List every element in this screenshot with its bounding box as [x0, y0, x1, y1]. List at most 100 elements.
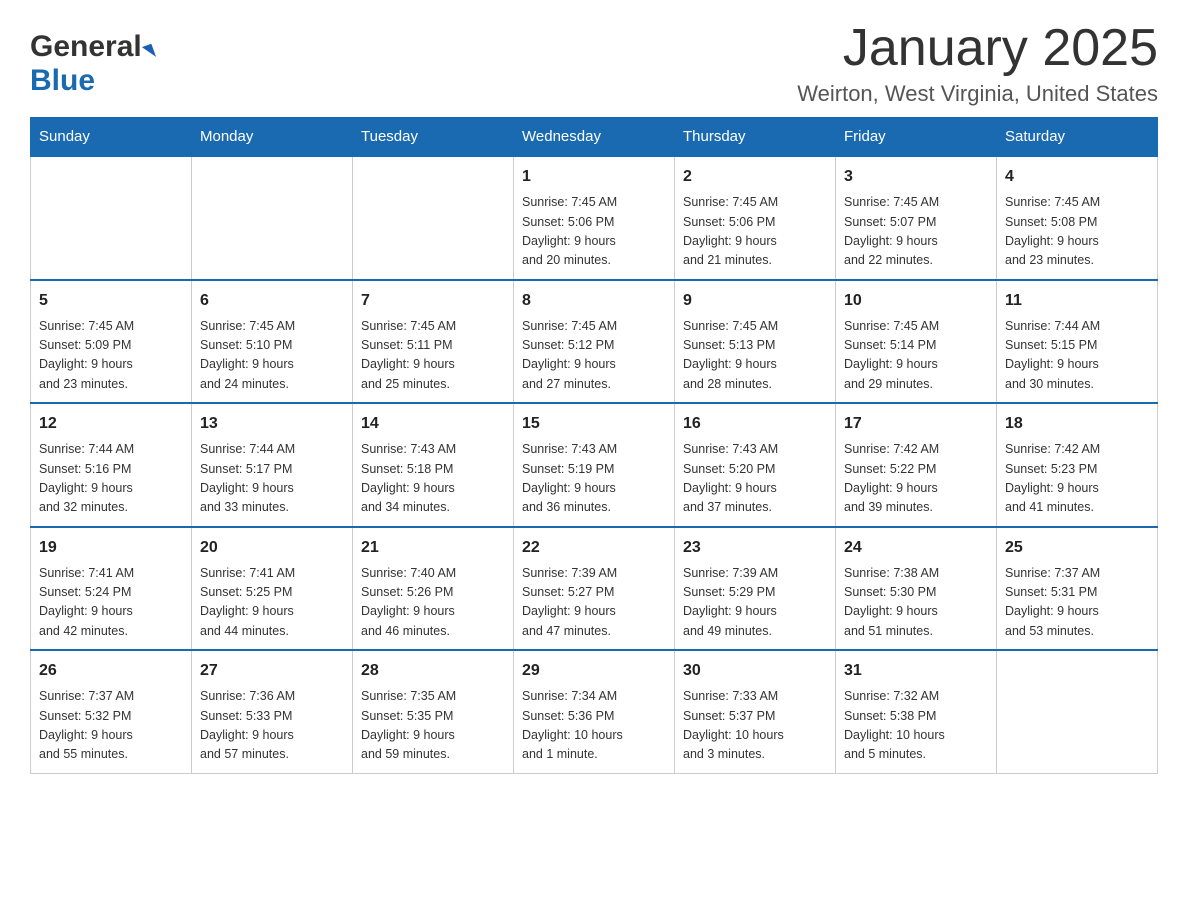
day-info: Sunrise: 7:42 AMSunset: 5:23 PMDaylight:… — [1005, 440, 1149, 518]
day-number: 1 — [522, 165, 666, 189]
col-thursday: Thursday — [675, 118, 836, 157]
col-sunday: Sunday — [31, 118, 192, 157]
table-row — [997, 650, 1158, 773]
day-info: Sunrise: 7:41 AMSunset: 5:24 PMDaylight:… — [39, 564, 183, 642]
day-number: 15 — [522, 412, 666, 436]
location-title: Weirton, West Virginia, United States — [797, 81, 1158, 107]
day-number: 17 — [844, 412, 988, 436]
table-row: 16 Sunrise: 7:43 AMSunset: 5:20 PMDayligh… — [675, 403, 836, 527]
day-info: Sunrise: 7:37 AMSunset: 5:32 PMDaylight:… — [39, 687, 183, 765]
day-number: 23 — [683, 536, 827, 560]
table-row: 14 Sunrise: 7:43 AMSunset: 5:18 PMDayligh… — [353, 403, 514, 527]
col-monday: Monday — [192, 118, 353, 157]
table-row — [353, 156, 514, 280]
table-row: 2 Sunrise: 7:45 AMSunset: 5:06 PMDaylight… — [675, 156, 836, 280]
table-row: 5Sunrise: 7:45 AMSunset: 5:09 PMDaylight… — [31, 280, 192, 404]
day-info: Sunrise: 7:45 AMSunset: 5:11 PMDaylight:… — [361, 317, 505, 395]
col-tuesday: Tuesday — [353, 118, 514, 157]
table-row: 6Sunrise: 7:45 AMSunset: 5:10 PMDaylight… — [192, 280, 353, 404]
month-title: January 2025 — [797, 20, 1158, 77]
day-number: 21 — [361, 536, 505, 560]
day-info: Sunrise: 7:43 AMSunset: 5:18 PMDaylight:… — [361, 440, 505, 518]
day-info: Sunrise: 7:45 AMSunset: 5:07 PMDaylight:… — [844, 193, 988, 271]
day-number: 31 — [844, 659, 988, 683]
calendar-table: Sunday Monday Tuesday Wednesday Thursday… — [30, 117, 1158, 774]
table-row: 12Sunrise: 7:44 AMSunset: 5:16 PMDayligh… — [31, 403, 192, 527]
day-info: Sunrise: 7:45 AMSunset: 5:06 PMDaylight:… — [522, 193, 666, 271]
calendar-week-row: 1 Sunrise: 7:45 AMSunset: 5:06 PMDaylight… — [31, 156, 1158, 280]
table-row — [31, 156, 192, 280]
table-row: 8 Sunrise: 7:45 AMSunset: 5:12 PMDaylight… — [514, 280, 675, 404]
day-number: 11 — [1005, 289, 1149, 313]
table-row: 7 Sunrise: 7:45 AMSunset: 5:11 PMDaylight… — [353, 280, 514, 404]
day-info: Sunrise: 7:40 AMSunset: 5:26 PMDaylight:… — [361, 564, 505, 642]
day-info: Sunrise: 7:39 AMSunset: 5:27 PMDaylight:… — [522, 564, 666, 642]
day-number: 6 — [200, 289, 344, 313]
day-number: 29 — [522, 659, 666, 683]
table-row: 15 Sunrise: 7:43 AMSunset: 5:19 PMDayligh… — [514, 403, 675, 527]
day-number: 9 — [683, 289, 827, 313]
day-info: Sunrise: 7:45 AMSunset: 5:14 PMDaylight:… — [844, 317, 988, 395]
day-info: Sunrise: 7:41 AMSunset: 5:25 PMDaylight:… — [200, 564, 344, 642]
table-row: 28Sunrise: 7:35 AMSunset: 5:35 PMDayligh… — [353, 650, 514, 773]
day-info: Sunrise: 7:36 AMSunset: 5:33 PMDaylight:… — [200, 687, 344, 765]
day-info: Sunrise: 7:44 AMSunset: 5:17 PMDaylight:… — [200, 440, 344, 518]
day-number: 13 — [200, 412, 344, 436]
table-row: 26 Sunrise: 7:37 AMSunset: 5:32 PMDayligh… — [31, 650, 192, 773]
day-info: Sunrise: 7:43 AMSunset: 5:20 PMDaylight:… — [683, 440, 827, 518]
day-number: 14 — [361, 412, 505, 436]
table-row: 13 Sunrise: 7:44 AMSunset: 5:17 PMDayligh… — [192, 403, 353, 527]
day-info: Sunrise: 7:38 AMSunset: 5:30 PMDaylight:… — [844, 564, 988, 642]
calendar-week-row: 26 Sunrise: 7:37 AMSunset: 5:32 PMDayligh… — [31, 650, 1158, 773]
day-number: 30 — [683, 659, 827, 683]
table-row: 17 Sunrise: 7:42 AMSunset: 5:22 PMDayligh… — [836, 403, 997, 527]
col-wednesday: Wednesday — [514, 118, 675, 157]
table-row: 1 Sunrise: 7:45 AMSunset: 5:06 PMDaylight… — [514, 156, 675, 280]
day-number: 10 — [844, 289, 988, 313]
day-number: 26 — [39, 659, 183, 683]
table-row: 11 Sunrise: 7:44 AMSunset: 5:15 PMDayligh… — [997, 280, 1158, 404]
day-info: Sunrise: 7:45 AMSunset: 5:08 PMDaylight:… — [1005, 193, 1149, 271]
day-info: Sunrise: 7:44 AMSunset: 5:16 PMDaylight:… — [39, 440, 183, 518]
day-info: Sunrise: 7:43 AMSunset: 5:19 PMDaylight:… — [522, 440, 666, 518]
day-number: 19 — [39, 536, 183, 560]
day-number: 2 — [683, 165, 827, 189]
day-info: Sunrise: 7:42 AMSunset: 5:22 PMDaylight:… — [844, 440, 988, 518]
calendar-week-row: 5Sunrise: 7:45 AMSunset: 5:09 PMDaylight… — [31, 280, 1158, 404]
day-info: Sunrise: 7:33 AMSunset: 5:37 PMDaylight:… — [683, 687, 827, 765]
table-row: 18Sunrise: 7:42 AMSunset: 5:23 PMDayligh… — [997, 403, 1158, 527]
logo-triangle-icon — [142, 43, 156, 60]
day-number: 24 — [844, 536, 988, 560]
table-row: 31 Sunrise: 7:32 AMSunset: 5:38 PMDayligh… — [836, 650, 997, 773]
day-number: 22 — [522, 536, 666, 560]
day-info: Sunrise: 7:32 AMSunset: 5:38 PMDaylight:… — [844, 687, 988, 765]
table-row: 21 Sunrise: 7:40 AMSunset: 5:26 PMDayligh… — [353, 527, 514, 651]
table-row: 30 Sunrise: 7:33 AMSunset: 5:37 PMDayligh… — [675, 650, 836, 773]
table-row — [192, 156, 353, 280]
logo-blue-word: Blue — [30, 64, 95, 97]
day-info: Sunrise: 7:45 AMSunset: 5:13 PMDaylight:… — [683, 317, 827, 395]
table-row: 20Sunrise: 7:41 AMSunset: 5:25 PMDayligh… — [192, 527, 353, 651]
day-number: 27 — [200, 659, 344, 683]
logo: General Blue — [30, 30, 154, 98]
logo-general-text: General — [30, 30, 154, 64]
col-friday: Friday — [836, 118, 997, 157]
table-row: 19 Sunrise: 7:41 AMSunset: 5:24 PMDayligh… — [31, 527, 192, 651]
day-info: Sunrise: 7:34 AMSunset: 5:36 PMDaylight:… — [522, 687, 666, 765]
day-number: 4 — [1005, 165, 1149, 189]
table-row: 27 Sunrise: 7:36 AMSunset: 5:33 PMDayligh… — [192, 650, 353, 773]
day-number: 8 — [522, 289, 666, 313]
day-number: 16 — [683, 412, 827, 436]
day-info: Sunrise: 7:45 AMSunset: 5:12 PMDaylight:… — [522, 317, 666, 395]
day-number: 7 — [361, 289, 505, 313]
day-number: 3 — [844, 165, 988, 189]
calendar-week-row: 12Sunrise: 7:44 AMSunset: 5:16 PMDayligh… — [31, 403, 1158, 527]
day-info: Sunrise: 7:44 AMSunset: 5:15 PMDaylight:… — [1005, 317, 1149, 395]
table-row: 4 Sunrise: 7:45 AMSunset: 5:08 PMDaylight… — [997, 156, 1158, 280]
logo-general-word: General — [30, 30, 142, 63]
day-info: Sunrise: 7:45 AMSunset: 5:06 PMDaylight:… — [683, 193, 827, 271]
page-header: General Blue January 2025 Weirton, West … — [30, 20, 1158, 107]
title-section: January 2025 Weirton, West Virginia, Uni… — [797, 20, 1158, 107]
calendar-week-row: 19 Sunrise: 7:41 AMSunset: 5:24 PMDayligh… — [31, 527, 1158, 651]
table-row: 29 Sunrise: 7:34 AMSunset: 5:36 PMDayligh… — [514, 650, 675, 773]
